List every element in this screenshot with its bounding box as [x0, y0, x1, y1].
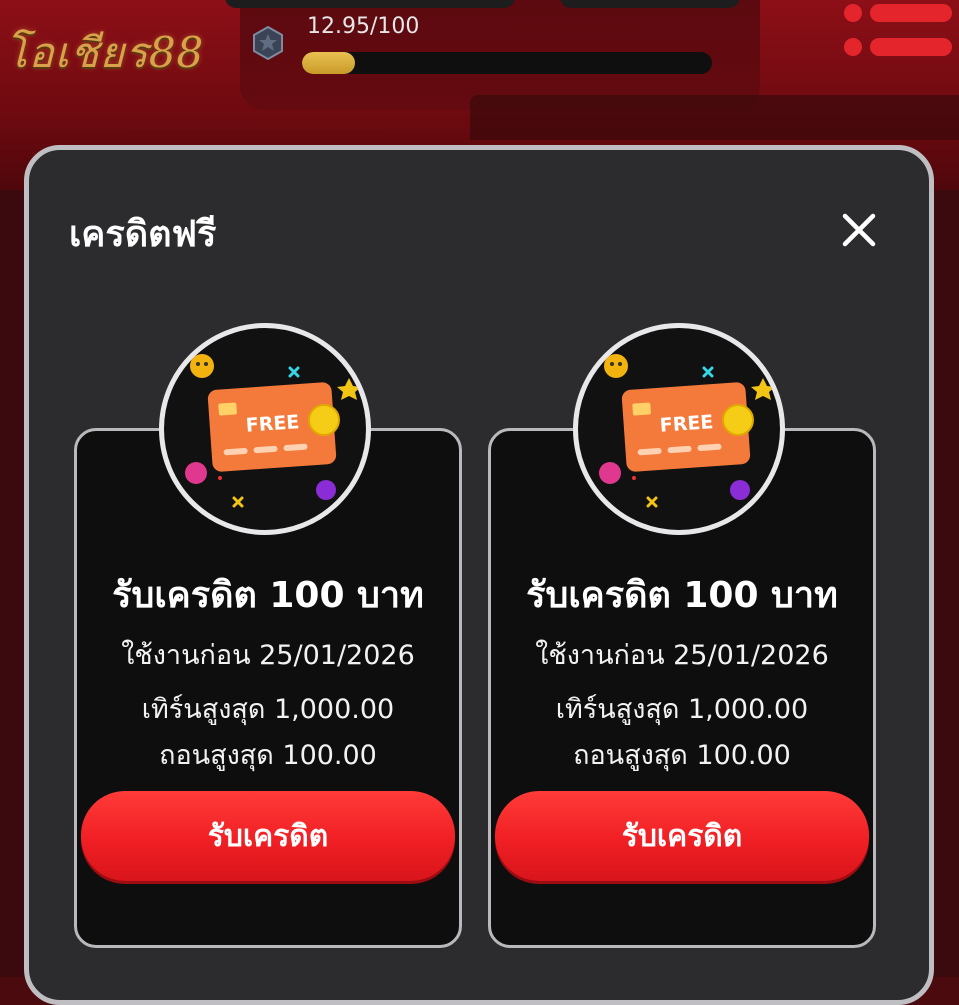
free-credit-card-icon: FREE — [159, 323, 371, 535]
shield-star-icon[interactable] — [251, 26, 285, 60]
modal-title: เครดิตฟรี — [69, 214, 217, 255]
balance-pill[interactable] — [225, 0, 515, 8]
bonus-pill[interactable] — [560, 0, 740, 8]
level-progress-bar — [302, 52, 712, 74]
claim-credit-button[interactable]: รับเครดิต — [495, 791, 869, 881]
credit-offer-title: รับเครดิต 100 บาท — [526, 575, 838, 616]
brand-logo[interactable]: โอเชียร88 — [5, 18, 220, 88]
background-left-strip — [0, 190, 24, 977]
max-turnover-text: เทิร์นสูงสุด 1,000.00 — [141, 694, 395, 725]
max-turnover-text: เทิร์นสูงสุด 1,000.00 — [555, 694, 809, 725]
max-withdraw-text: ถอนสูงสุด 100.00 — [159, 740, 377, 771]
level-progress-fill — [302, 52, 356, 74]
free-credit-card-icon: FREE — [573, 323, 785, 535]
max-withdraw-text: ถอนสูงสุด 100.00 — [573, 740, 791, 771]
background-tab — [470, 95, 959, 140]
level-progress-text: 12.95/100 — [307, 14, 420, 39]
free-label: FREE — [659, 411, 714, 437]
free-label: FREE — [245, 411, 300, 437]
credit-offer-title: รับเครดิต 100 บาท — [112, 575, 424, 616]
background-right-strip — [934, 190, 959, 977]
close-icon[interactable] — [837, 208, 881, 252]
expiry-text: ใช้งานก่อน 25/01/2026 — [121, 640, 415, 671]
free-credit-modal: เครดิตฟรี FREE รับเครดิต 100 บาท ใช้งานก… — [24, 145, 934, 1005]
credit-offer-card: FREE รับเครดิต 100 บาท ใช้งานก่อน 25/01/… — [488, 323, 876, 948]
expiry-text: ใช้งานก่อน 25/01/2026 — [535, 640, 829, 671]
credit-offer-card: FREE รับเครดิต 100 บาท ใช้งานก่อน 25/01/… — [74, 323, 462, 948]
hamburger-menu-icon[interactable] — [830, 0, 959, 68]
claim-credit-button[interactable]: รับเครดิต — [81, 791, 455, 881]
